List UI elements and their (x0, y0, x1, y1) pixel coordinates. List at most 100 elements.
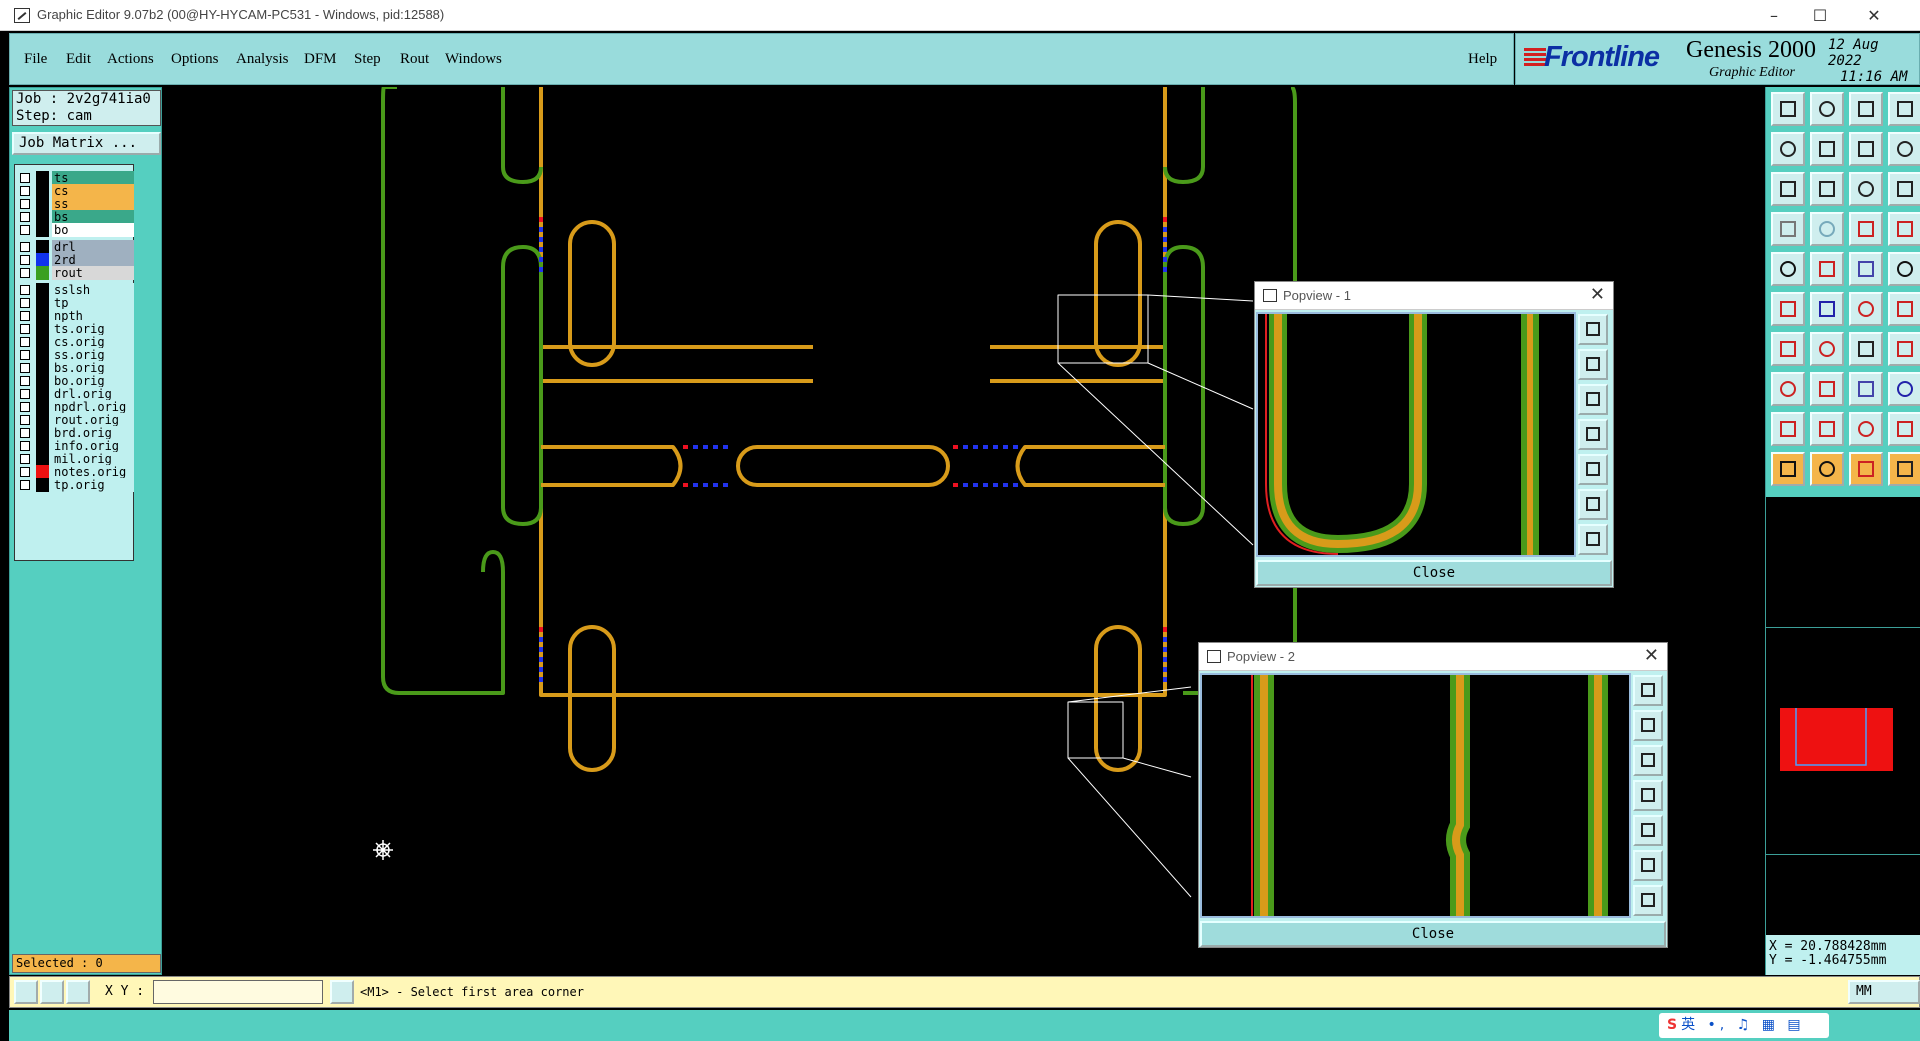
arc-tool-button[interactable] (1849, 332, 1883, 366)
popview-zoom-out-button[interactable] (1633, 885, 1663, 916)
zoom-tool-button[interactable] (1810, 172, 1844, 206)
layer-checkbox[interactable] (20, 242, 30, 252)
redo-tool-button[interactable] (1810, 132, 1844, 166)
layer-name[interactable]: ss.orig (52, 348, 134, 362)
measure-tool-button[interactable] (1810, 252, 1844, 286)
layer-checkbox[interactable] (20, 428, 30, 438)
layer-color-swatch[interactable] (36, 266, 49, 280)
popview-pan-right-button[interactable] (1578, 454, 1608, 485)
popview-1-view[interactable] (1256, 312, 1576, 557)
layer-color-swatch[interactable] (36, 240, 49, 254)
layer-checkbox[interactable] (20, 324, 30, 334)
layer-row-sslsh[interactable]: sslsh (18, 283, 134, 297)
layer-row-ss[interactable]: ss (18, 197, 134, 211)
layer-row-info-orig[interactable]: info.orig (18, 439, 134, 453)
layer-row-drl[interactable]: drl (18, 240, 134, 254)
minus-tool-button[interactable] (1810, 372, 1844, 406)
menu-file[interactable]: File (24, 51, 47, 68)
mountain-tool-button[interactable] (1888, 412, 1920, 446)
layer-row-rout-orig[interactable]: rout.orig (18, 413, 134, 427)
menu-options[interactable]: Options (171, 51, 219, 68)
layer-row-ts-orig[interactable]: ts.orig (18, 322, 134, 336)
undo-tool-button[interactable] (1771, 132, 1805, 166)
layer-row-npth[interactable]: npth (18, 309, 134, 323)
layer-color-swatch[interactable] (36, 452, 49, 466)
layer-color-swatch[interactable] (36, 171, 49, 185)
grid-tool-button[interactable] (1810, 212, 1844, 246)
split-tool-button[interactable] (1888, 292, 1920, 326)
flag-tool-button[interactable] (1888, 332, 1920, 366)
select-path-tool-button[interactable] (1888, 452, 1920, 486)
popview-1-close-button[interactable]: Close (1256, 560, 1612, 586)
layer-color-swatch[interactable] (36, 413, 49, 427)
delete-tool-button[interactable] (1810, 292, 1844, 326)
close-window-button[interactable]: ✕ (1851, 0, 1897, 31)
popview-2-view[interactable] (1200, 673, 1631, 918)
layer-color-swatch[interactable] (36, 223, 49, 237)
xy-input[interactable] (153, 980, 323, 1004)
angle-tool-button[interactable] (1771, 332, 1805, 366)
signal-tool-button[interactable] (1888, 212, 1920, 246)
menu-edit[interactable]: Edit (66, 51, 91, 68)
layer-color-swatch[interactable] (36, 309, 49, 323)
layer-checkbox[interactable] (20, 268, 30, 278)
layer-row-rout[interactable]: rout (18, 266, 134, 280)
layer-name[interactable]: drl.orig (52, 387, 134, 401)
layer-color-swatch[interactable] (36, 335, 49, 349)
layer-name[interactable]: npdrl.orig (52, 400, 134, 414)
popview-zoom-fit-button[interactable] (1633, 675, 1663, 706)
layer-row-bo-orig[interactable]: bo.orig (18, 374, 134, 388)
layer-name[interactable]: tp.orig (52, 478, 134, 492)
layer-row-brd-orig[interactable]: brd.orig (18, 426, 134, 440)
line-tool-button[interactable] (1849, 252, 1883, 286)
layer-color-swatch[interactable] (36, 465, 49, 479)
menu-help[interactable]: Help (1468, 51, 1497, 68)
measure-mode-button[interactable] (40, 980, 64, 1004)
layer-name[interactable]: cs.orig (52, 335, 134, 349)
menu-step[interactable]: Step (354, 51, 381, 68)
layer-checkbox[interactable] (20, 402, 30, 412)
layer-name[interactable]: ts (52, 171, 134, 185)
layer-name[interactable]: rout.orig (52, 413, 134, 427)
layer-checkbox[interactable] (20, 186, 30, 196)
layer-checkbox[interactable] (20, 363, 30, 373)
layer-row-bs[interactable]: bs (18, 210, 134, 224)
layer-name[interactable]: 2rd (52, 253, 134, 267)
node-tool-button[interactable] (1771, 292, 1805, 326)
layer-name[interactable]: notes.orig (52, 465, 134, 479)
layer-name[interactable]: bs (52, 210, 134, 224)
box-tool-button[interactable] (1849, 372, 1883, 406)
connect-tool-button[interactable] (1849, 292, 1883, 326)
cable-tool-button[interactable] (1771, 212, 1805, 246)
layer-name[interactable]: rout (52, 266, 134, 280)
layer-color-swatch[interactable] (36, 387, 49, 401)
menu-analysis[interactable]: Analysis (236, 51, 289, 68)
help-tool-button[interactable] (1888, 172, 1920, 206)
layer-color-swatch[interactable] (36, 426, 49, 440)
layer-checkbox[interactable] (20, 441, 30, 451)
layer-checkbox[interactable] (20, 376, 30, 386)
select-pointer-tool-button[interactable] (1771, 452, 1805, 486)
popview-pan-down-button[interactable] (1633, 745, 1663, 776)
layer-row-cs-orig[interactable]: cs.orig (18, 335, 134, 349)
layer-color-swatch[interactable] (36, 439, 49, 453)
layer-color-swatch[interactable] (36, 361, 49, 375)
layer-name[interactable]: info.orig (52, 439, 134, 453)
ime-tray[interactable]: S英 •, ♫ ▦ ▤ (1659, 1013, 1829, 1038)
layer-row-ts[interactable]: ts (18, 171, 134, 185)
select-lasso-tool-button[interactable] (1849, 452, 1883, 486)
minimize-button[interactable]: – (1751, 0, 1797, 31)
layer-row-notes-orig[interactable]: notes.orig (18, 465, 134, 479)
popview-1-close-icon[interactable]: ✕ (1590, 284, 1605, 305)
zoom-fit-tool-button[interactable] (1771, 172, 1805, 206)
menu-dfm[interactable]: DFM (304, 51, 337, 68)
popview-2-close-button[interactable]: Close (1200, 921, 1666, 947)
popview-pan-left-button[interactable] (1578, 419, 1608, 450)
layer-checkbox[interactable] (20, 480, 30, 490)
layer-checkbox[interactable] (20, 225, 30, 235)
unit-selector[interactable]: MM (1848, 980, 1920, 1004)
home-tool-button[interactable] (1849, 92, 1883, 126)
scale-1-2-tool-button[interactable] (1849, 172, 1883, 206)
window-tool-button[interactable] (1888, 92, 1920, 126)
layer-name[interactable]: cs (52, 184, 134, 198)
